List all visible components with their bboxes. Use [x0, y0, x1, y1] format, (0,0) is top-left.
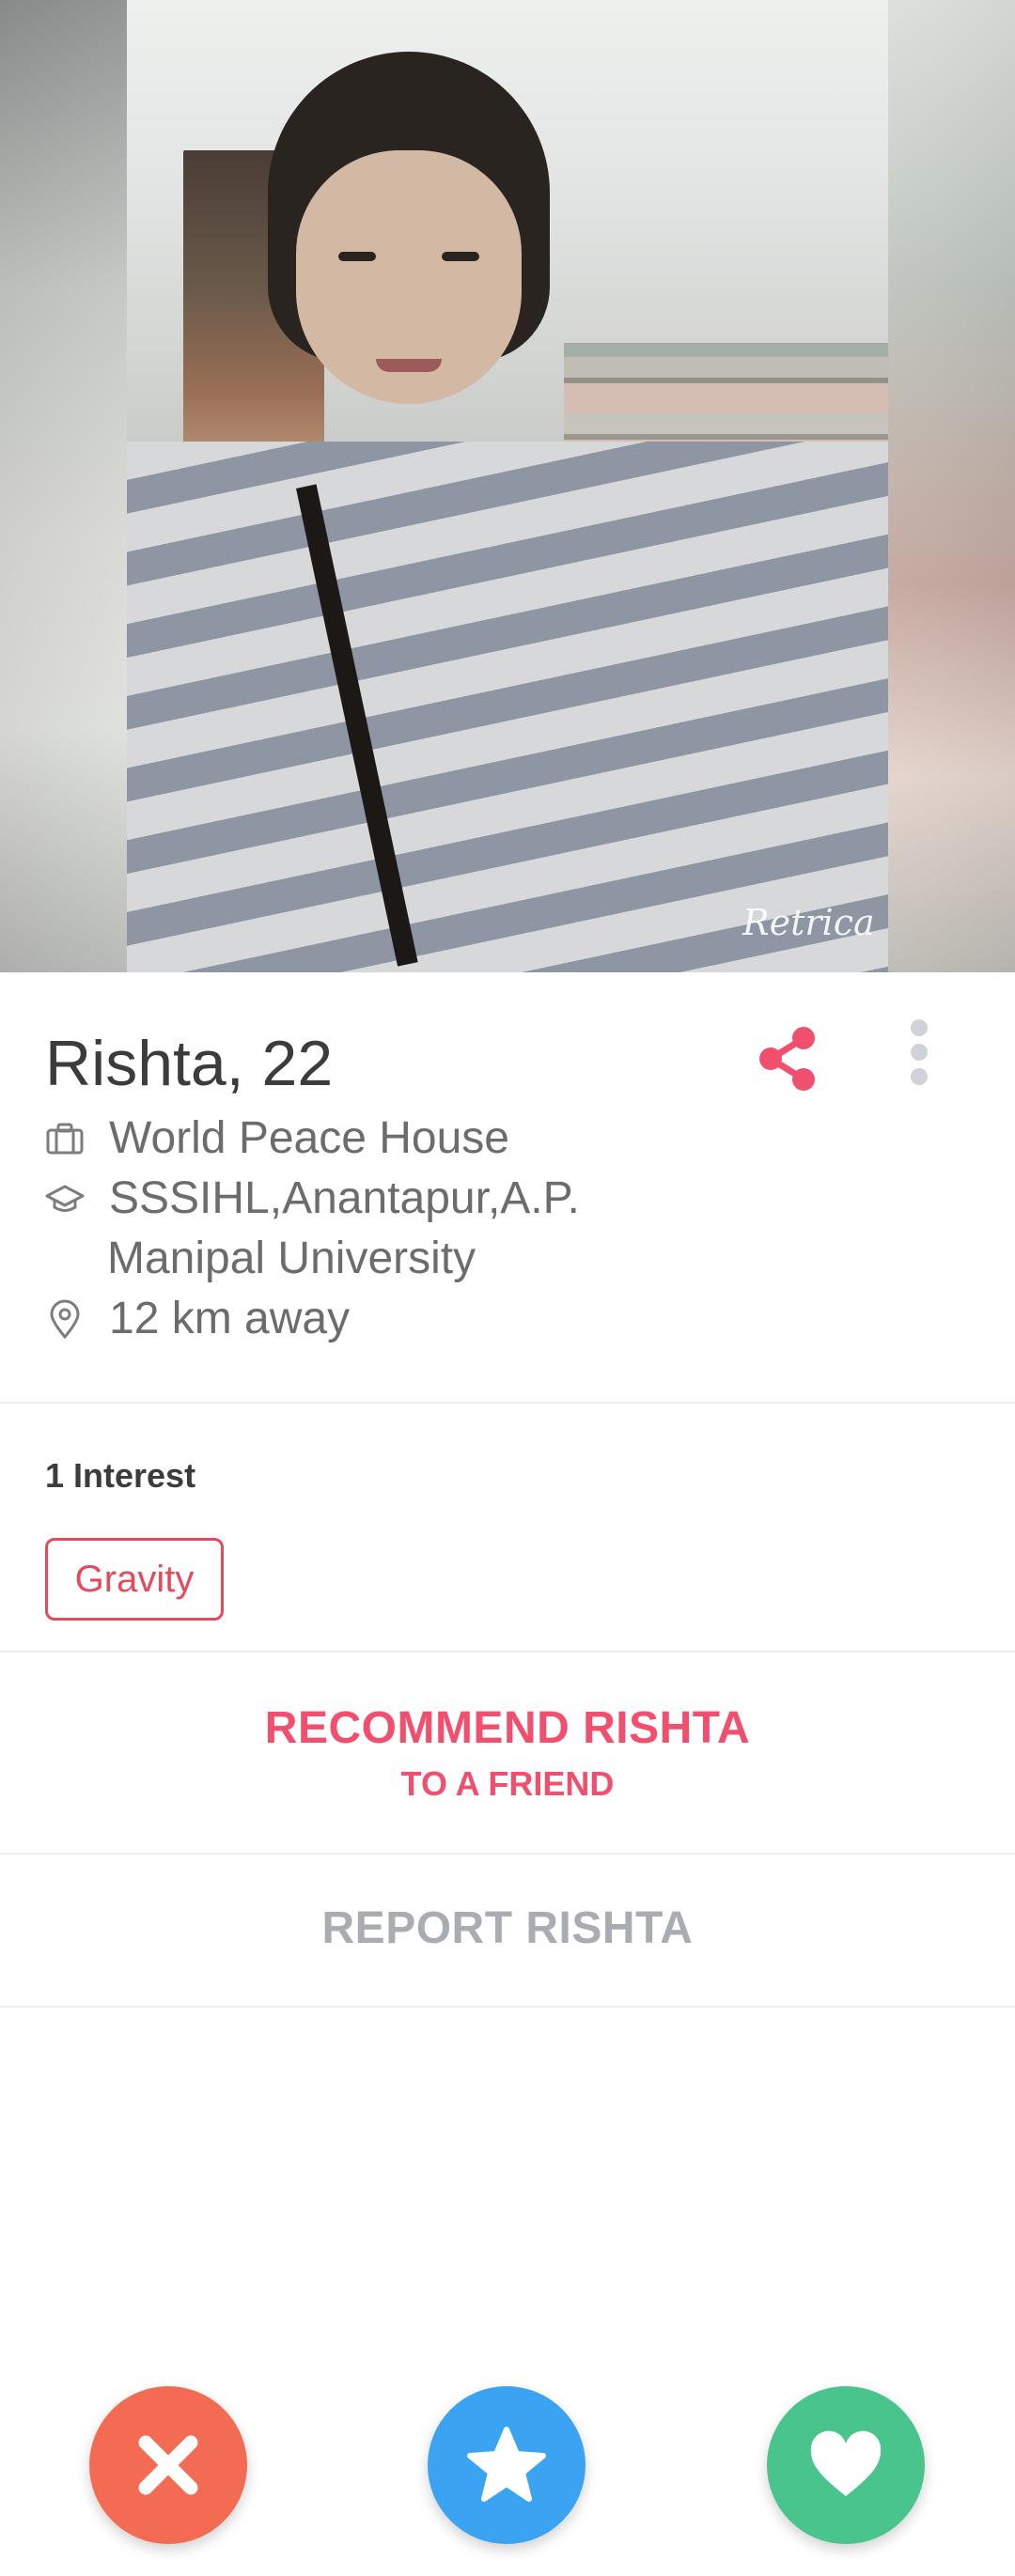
heart-icon	[810, 2430, 882, 2496]
recommend-label: RECOMMEND RISHTA	[264, 1703, 751, 1753]
school-row: SSSIHL,Anantapur,A.P.	[45, 1172, 580, 1226]
photo-watermark: Retrica	[742, 902, 875, 943]
share-icon	[759, 1027, 815, 1091]
photo-mouth	[376, 359, 442, 372]
photo-shirt	[127, 442, 888, 972]
photo-blur-right	[888, 0, 1015, 972]
interest-chip[interactable]: Gravity	[45, 1538, 224, 1621]
photo-eye-right	[442, 252, 479, 261]
briefcase-icon	[46, 1123, 84, 1155]
interests-title: 1 Interest	[45, 1456, 196, 1495]
job-row: World Peace House	[45, 1111, 509, 1166]
job-text: World Peace House	[109, 1113, 509, 1163]
location-pin-icon	[50, 1299, 80, 1339]
nope-button[interactable]	[89, 2386, 247, 2544]
photo-eye-left	[338, 252, 376, 261]
report-label: REPORT RISHTA	[321, 1903, 694, 1953]
distance-text: 12 km away	[109, 1294, 351, 1343]
share-button[interactable]	[752, 1024, 821, 1094]
divider	[0, 1402, 1015, 1404]
school-text: SSSIHL,Anantapur,A.P.	[109, 1173, 580, 1223]
more-vertical-icon	[900, 1019, 938, 1085]
school-text-2: Manipal University	[107, 1234, 476, 1283]
school-row-2: Manipal University	[107, 1232, 476, 1286]
profile-name-age: Rishta, 22	[45, 1028, 334, 1099]
more-options-button[interactable]	[900, 1019, 938, 1094]
divider	[0, 1853, 1015, 1854]
close-icon	[138, 2435, 198, 2495]
recommend-button[interactable]: RECOMMEND RISHTA TO A FRIEND	[0, 1653, 1015, 1851]
report-button[interactable]: REPORT RISHTA	[0, 1855, 1015, 2006]
star-icon	[467, 2427, 546, 2502]
photo-blur-left	[0, 0, 127, 972]
divider	[0, 2006, 1015, 2008]
distance-row: 12 km away	[45, 1292, 350, 1346]
profile-photo[interactable]: Retrica	[0, 0, 1015, 972]
graduation-cap-icon	[45, 1185, 85, 1212]
like-button[interactable]	[767, 2386, 925, 2544]
super-like-button[interactable]	[428, 2386, 586, 2544]
recommend-sublabel: TO A FRIEND	[400, 1764, 615, 1803]
divider	[0, 1651, 1015, 1653]
